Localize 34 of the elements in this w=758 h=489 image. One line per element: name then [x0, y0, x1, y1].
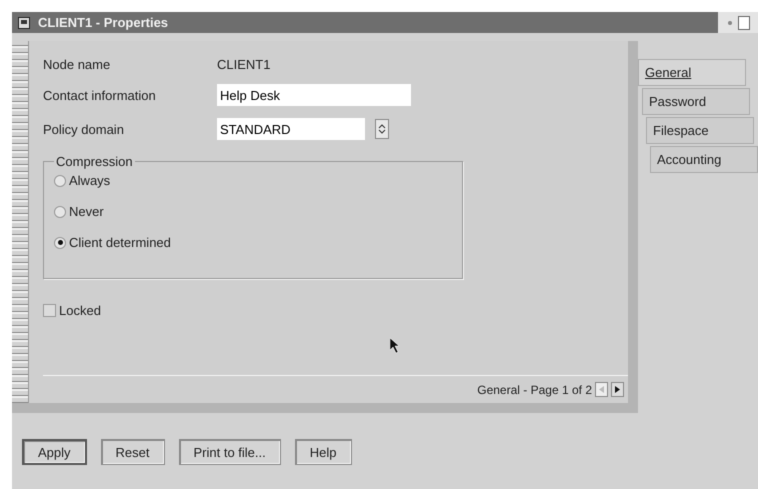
dialog-button[interactable]: Help [294, 439, 352, 465]
notebook-tab[interactable]: Filespace [646, 117, 754, 144]
notebook-tab[interactable]: Password [642, 88, 750, 115]
field-value: CLIENT1 [217, 57, 272, 72]
up-down-arrows-icon [378, 123, 386, 135]
notebook-tab[interactable]: General [638, 59, 746, 86]
checkbox-icon[interactable] [43, 304, 56, 317]
spin-button[interactable] [375, 119, 389, 139]
radio-icon[interactable] [54, 206, 66, 218]
window-title: CLIENT1 - Properties [38, 15, 168, 30]
field-label: Policy domain [43, 122, 125, 136]
input-field[interactable]: Help Desk [217, 84, 411, 106]
radio-option[interactable]: Client determined [54, 235, 452, 250]
dialog-button[interactable]: Reset [100, 439, 164, 465]
field-label: Node name [43, 57, 112, 72]
system-menu-icon[interactable] [18, 16, 30, 28]
radio-icon[interactable] [54, 174, 66, 186]
dialog-button[interactable]: Apply [22, 439, 87, 465]
left-arrow-icon [598, 386, 605, 393]
notebook-tab[interactable]: Accounting [650, 146, 758, 173]
dropdown-field[interactable]: STANDARD [217, 118, 365, 140]
dialog-button[interactable]: Print to file... [178, 439, 281, 465]
group-title: Compression [55, 154, 134, 169]
maximize-icon[interactable] [738, 16, 750, 30]
radio-option[interactable]: Always [54, 173, 452, 188]
radio-option[interactable]: Never [54, 204, 452, 219]
next-page-button[interactable] [611, 382, 624, 397]
mouse-pointer-icon [390, 338, 400, 354]
page-status: General - Page 1 of 2 [477, 382, 592, 396]
checkbox-option[interactable]: Locked [43, 303, 628, 318]
radio-icon[interactable] [54, 236, 66, 248]
field-label: Contact information [43, 88, 157, 102]
minimize-icon[interactable] [726, 18, 734, 26]
right-arrow-icon [614, 386, 621, 393]
